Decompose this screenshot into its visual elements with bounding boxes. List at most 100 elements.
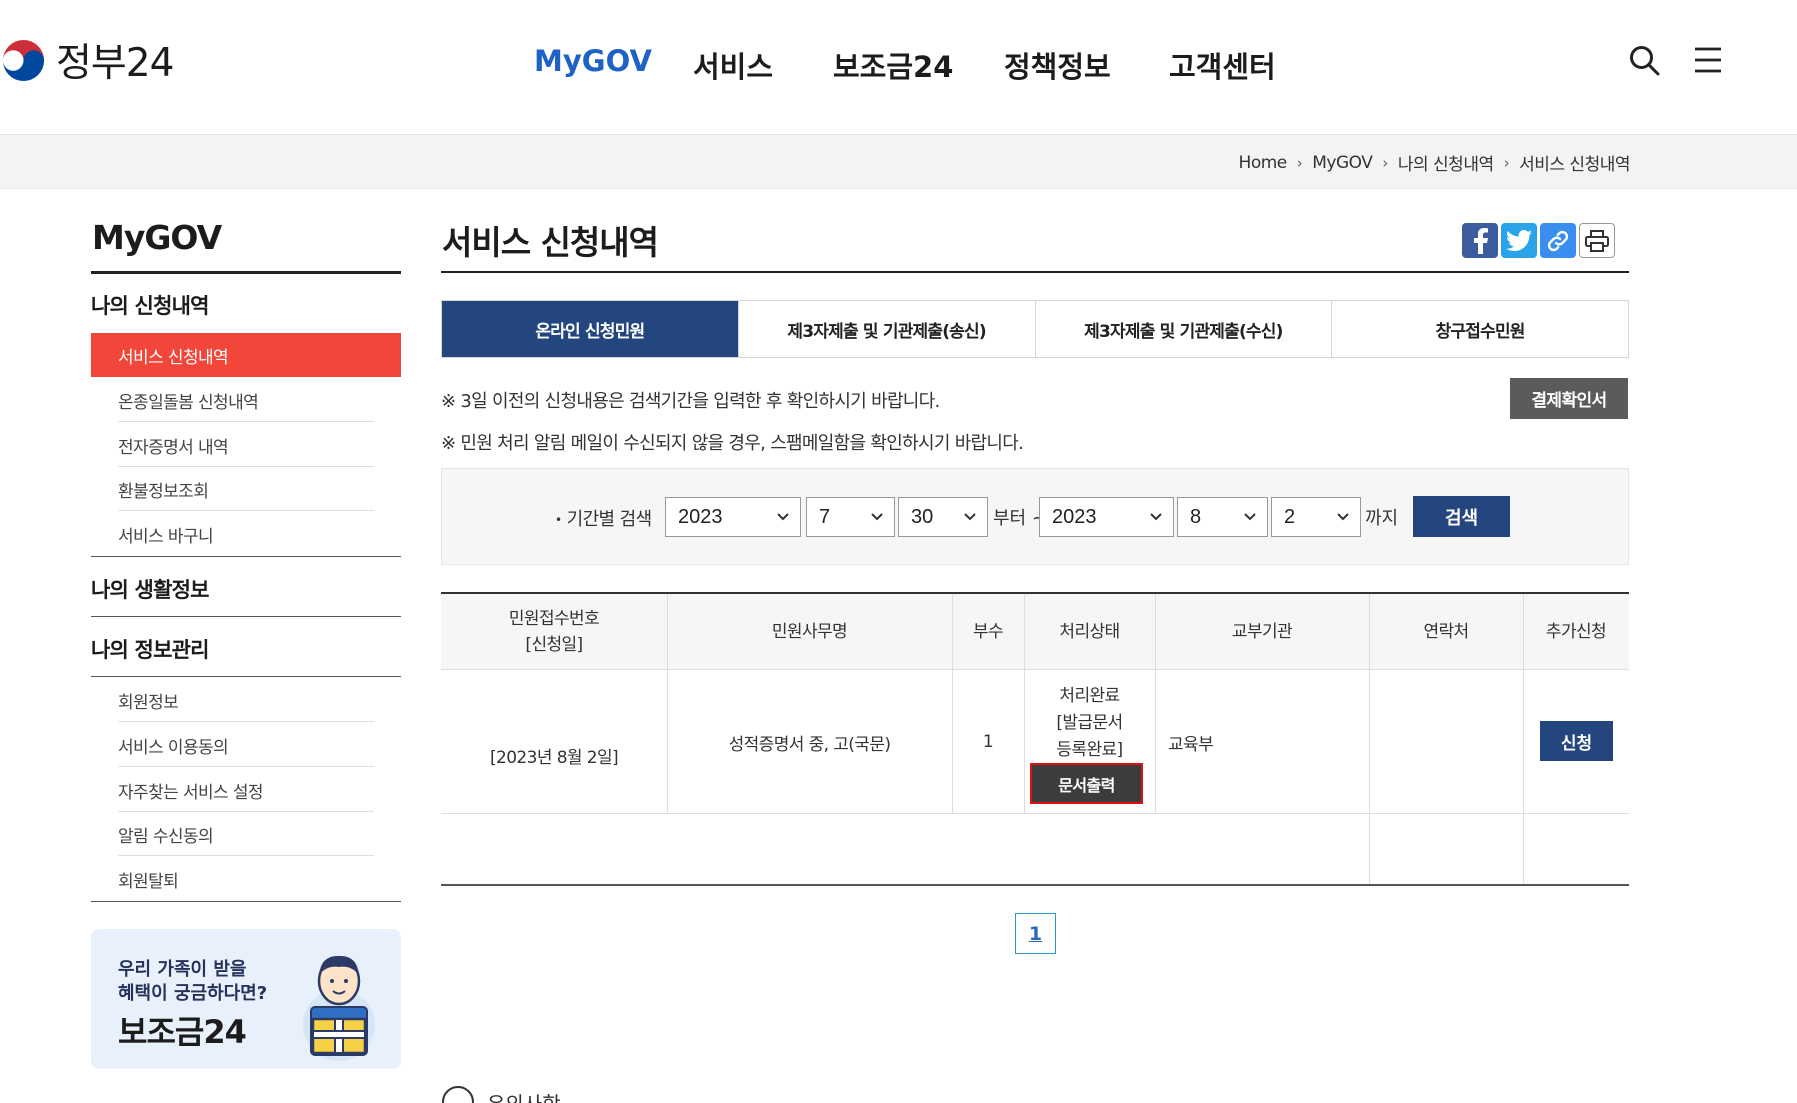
twitter-icon <box>1506 229 1532 251</box>
cell-agency: 교육부 <box>1168 734 1214 755</box>
nav-service[interactable]: 서비스 <box>693 44 773 86</box>
logo[interactable]: 정부24 <box>0 34 174 86</box>
select-value: 8 <box>1190 505 1202 528</box>
period-search-label: • 기간별 검색 <box>555 509 653 530</box>
banner-title: 보조금24 <box>118 1013 247 1051</box>
sidebar-item-label: 서비스 신청내역 <box>118 347 229 368</box>
sidebar-item-label: 서비스 바구니 <box>118 526 214 547</box>
column-header-status: 처리상태 <box>1059 622 1120 642</box>
sidebar-group-my-applications[interactable]: 나의 신청내역 <box>91 290 209 320</box>
from-day-select[interactable]: 30 <box>898 497 988 537</box>
tab-counter-applications[interactable]: 창구접수민원 <box>1332 301 1628 357</box>
chevron-right-icon: › <box>1296 153 1303 172</box>
banner-text: 우리 가족이 받을 <box>118 959 247 980</box>
sidebar-divider <box>91 901 401 902</box>
facebook-share-button[interactable] <box>1462 223 1498 258</box>
notice-text: ※ 3일 이전의 신청내용은 검색기간을 입력한 후 확인하시기 바랍니다. <box>441 391 940 412</box>
to-year-select[interactable]: 2023 <box>1039 497 1174 537</box>
printer-icon <box>1585 229 1609 252</box>
column-header-agency: 교부기관 <box>1231 622 1293 642</box>
taegeuk-logo-icon <box>2 39 45 81</box>
breadcrumb-my-applications[interactable]: 나의 신청내역 <box>1398 150 1494 175</box>
info-circle-icon <box>442 1086 474 1103</box>
cell-status: 처리완료 [발급문서 등록완료] <box>1024 683 1155 763</box>
breadcrumb-home[interactable]: Home <box>1239 153 1288 173</box>
sidebar-item-label: 회원탈퇴 <box>118 871 179 892</box>
select-value: 2 <box>1284 505 1296 528</box>
sidebar-item-service-consent[interactable]: 서비스 이용동의 <box>91 723 401 767</box>
title-divider <box>441 271 1629 273</box>
search-icon[interactable] <box>1628 44 1660 76</box>
sidebar-item-refund-info[interactable]: 환불정보조회 <box>91 467 401 511</box>
tab-online-applications[interactable]: 온라인 신청민원 <box>442 301 739 357</box>
sidebar-item-service-basket[interactable]: 서비스 바구니 <box>91 512 401 556</box>
table-bottom-border <box>441 884 1629 886</box>
sidebar-item-label: 온종일돌봄 신청내역 <box>118 392 259 413</box>
hamburger-menu-icon[interactable] <box>1692 44 1724 76</box>
nav-customer-center[interactable]: 고객센터 <box>1169 44 1276 86</box>
column-header-contact: 연락처 <box>1423 622 1469 642</box>
tab-third-party-received[interactable]: 제3자제출 및 기관제출(수신) <box>1035 301 1333 357</box>
sidebar-item-service-applications[interactable]: 서비스 신청내역 <box>91 333 401 377</box>
sidebar-item-member-info[interactable]: 회원정보 <box>91 678 401 722</box>
print-page-button[interactable] <box>1579 223 1615 258</box>
logo-text: 정부24 <box>56 41 174 86</box>
sidebar-item-withdraw[interactable]: 회원탈퇴 <box>91 857 401 901</box>
column-header-name: 민원사무명 <box>771 622 848 642</box>
link-icon <box>1547 230 1569 251</box>
sidebar-divider <box>91 616 401 617</box>
twitter-share-button[interactable] <box>1501 223 1537 258</box>
period-search-label-text: 기간별 검색 <box>566 509 653 530</box>
breadcrumb: Home › MyGOV › 나의 신청내역 › 서비스 신청내역 <box>1239 150 1631 176</box>
select-value: 2023 <box>1052 505 1097 528</box>
search-button[interactable]: 검색 <box>1413 496 1510 537</box>
pagination-page-1[interactable]: 1 <box>1015 913 1056 954</box>
chevron-down-icon <box>1150 513 1162 521</box>
status-text: 등록완료] <box>1056 739 1123 760</box>
nav-mygov[interactable]: MyGOV <box>534 44 652 78</box>
chevron-down-icon <box>871 513 883 521</box>
sidebar-item-label: 환불정보조회 <box>118 481 209 502</box>
from-year-select[interactable]: 2023 <box>665 497 801 537</box>
sidebar-item-label: 자주찾는 서비스 설정 <box>118 782 264 803</box>
column-header-copies: 부수 <box>972 622 1004 642</box>
tab-third-party-sent[interactable]: 제3자제출 및 기관제출(송신) <box>738 301 1036 357</box>
status-text: 처리완료 <box>1059 685 1120 706</box>
nav-subsidy24[interactable]: 보조금24 <box>833 44 953 86</box>
caution-section: 유의사항 <box>441 1085 561 1103</box>
column-header-extra: 추가신청 <box>1545 622 1607 642</box>
chevron-right-icon: › <box>1382 153 1388 172</box>
sidebar-item-favorite-services[interactable]: 자주찾는 서비스 설정 <box>91 768 401 812</box>
column-divider <box>667 594 668 814</box>
select-value: 7 <box>819 505 831 528</box>
chevron-down-icon <box>964 513 976 521</box>
breadcrumb-mygov[interactable]: MyGOV <box>1312 153 1373 173</box>
chevron-down-icon <box>1244 513 1256 521</box>
notice-text: ※ 민원 처리 알림 메일이 수신되지 않을 경우, 스팸메일함을 확인하시기 … <box>441 433 1024 454</box>
payment-receipt-button[interactable]: 결제확인서 <box>1510 378 1628 419</box>
to-month-select[interactable]: 8 <box>1177 497 1268 537</box>
header-text: 민원접수번호 <box>508 609 600 629</box>
subsidy24-banner[interactable]: 우리 가족이 받을 혜택이 궁금하다면? 보조금24 <box>91 929 401 1069</box>
column-divider <box>952 594 953 814</box>
print-document-button[interactable]: 문서출력 <box>1030 763 1143 804</box>
apply-button[interactable]: 신청 <box>1540 721 1613 761</box>
sidebar-item-label: 전자증명서 내역 <box>118 437 229 458</box>
to-day-select[interactable]: 2 <box>1271 497 1361 537</box>
from-month-select[interactable]: 7 <box>806 497 895 537</box>
copy-link-button[interactable] <box>1540 223 1576 258</box>
sidebar-item-e-certificates[interactable]: 전자증명서 내역 <box>91 423 401 467</box>
cell-service-name[interactable]: 성적증명서 중, 고(국문) <box>667 722 952 762</box>
sidebar-divider <box>91 271 401 274</box>
header-text: [신청일] <box>525 635 583 655</box>
sidebar-group-my-life-info[interactable]: 나의 생활정보 <box>91 574 209 604</box>
page-title: 서비스 신청내역 <box>442 223 659 262</box>
caution-label: 유의사항 <box>487 1088 561 1103</box>
sidebar-item-all-day-care[interactable]: 온종일돌봄 신청내역 <box>91 378 401 422</box>
sidebar-group-my-info-management[interactable]: 나의 정보관리 <box>91 634 209 664</box>
sidebar-item-label: 서비스 이용동의 <box>118 737 229 758</box>
select-value: 2023 <box>678 505 723 528</box>
nav-policy-info[interactable]: 정책정보 <box>1004 44 1111 86</box>
select-value: 30 <box>911 505 934 528</box>
sidebar-item-notification-consent[interactable]: 알림 수신동의 <box>91 812 401 856</box>
